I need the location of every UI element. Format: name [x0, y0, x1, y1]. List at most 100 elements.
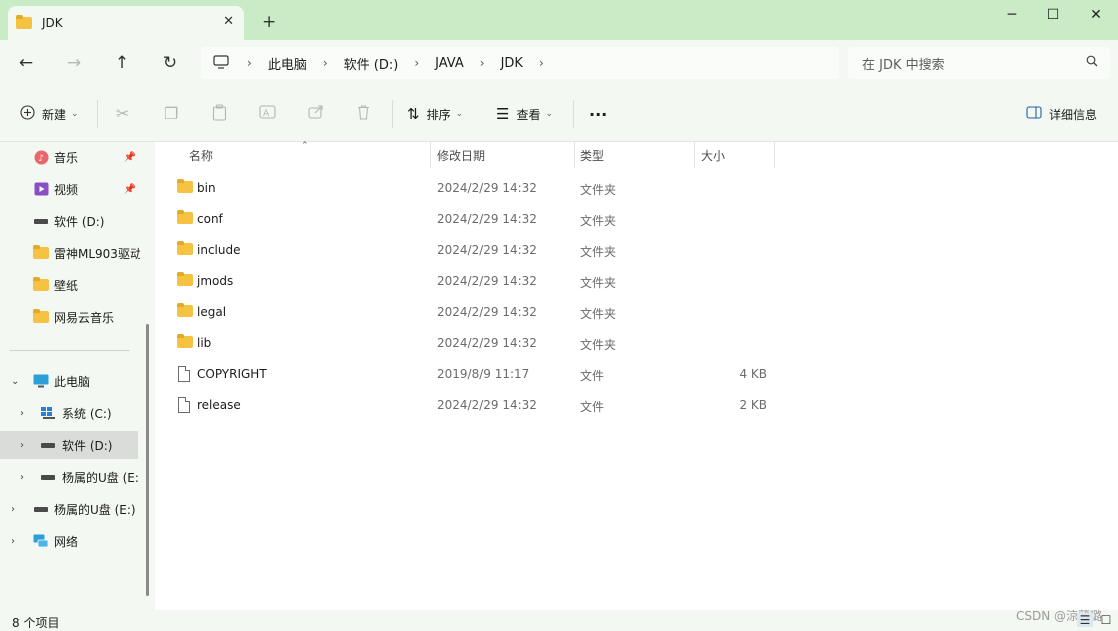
chevron-right-icon[interactable]: › — [20, 440, 24, 451]
column-divider[interactable] — [694, 142, 695, 168]
sidebar-divider — [10, 350, 130, 351]
sidebar-item-drive-c[interactable]: › 系统 (C:) — [0, 399, 140, 427]
sort-button-label: 排序 — [426, 107, 451, 122]
chevron-right-icon: › — [322, 56, 328, 70]
sidebar-item-label: 杨属的U盘 (E:) — [62, 470, 138, 485]
back-button[interactable]: ← — [14, 52, 38, 74]
chevron-right-icon[interactable]: › — [20, 472, 24, 483]
column-divider[interactable] — [430, 142, 431, 168]
file-name: jmods — [197, 274, 234, 288]
paste-icon[interactable] — [212, 104, 227, 125]
file-type: 文件夹 — [580, 183, 617, 197]
navigation-bar: ← → ↑ ↻ › 此电脑 › 软件 (D:) › JAVA › JDK › 在… — [0, 40, 1118, 86]
details-pane-button[interactable]: 详细信息 — [1026, 103, 1097, 125]
sort-button[interactable]: ⇅ 排序 ⌄ — [407, 103, 463, 125]
forward-button[interactable]: → — [62, 52, 86, 74]
sidebar-item-label: 此电脑 — [54, 374, 91, 389]
column-header-type[interactable]: 类型 — [580, 142, 604, 168]
sidebar-item-folder-music[interactable]: 网易云音乐 — [0, 303, 140, 331]
delete-icon[interactable] — [356, 104, 371, 124]
close-window-button[interactable]: ✕ — [1076, 4, 1116, 26]
sidebar-item-drive-d-selected[interactable]: › 软件 (D:) — [0, 431, 138, 459]
table-row[interactable]: bin 2024/2/29 14:32 文件夹 — [155, 173, 1118, 204]
file-type: 文件夹 — [580, 276, 617, 290]
item-count: 8 个项目 — [12, 616, 60, 630]
table-row[interactable]: lib 2024/2/29 14:32 文件夹 — [155, 328, 1118, 359]
tiles-view-icon[interactable]: ☐ — [1098, 613, 1114, 627]
file-name: bin — [197, 181, 216, 195]
table-row[interactable]: jmods 2024/2/29 14:32 文件夹 — [155, 266, 1118, 297]
breadcrumb-this-pc[interactable]: 此电脑 — [268, 54, 307, 73]
file-date: 2024/2/29 14:32 — [437, 212, 537, 226]
sidebar-item-drive-d[interactable]: 软件 (D:) — [0, 207, 140, 235]
new-button[interactable]: 新建 ⌄ — [20, 103, 79, 125]
column-header-name[interactable]: 名称 — [189, 142, 213, 168]
minimize-button[interactable]: ─ — [992, 4, 1032, 26]
copy-icon[interactable]: ❐ — [164, 104, 178, 123]
file-name: COPYRIGHT — [197, 367, 267, 381]
column-divider[interactable] — [774, 142, 775, 168]
breadcrumb-drive-d[interactable]: 软件 (D:) — [344, 54, 399, 73]
tab-title: JDK — [42, 16, 63, 30]
table-row[interactable]: COPYRIGHT 2019/8/9 11:17 文件 4 KB — [155, 359, 1118, 390]
sidebar-item-videos[interactable]: 视频 📌 — [0, 175, 140, 203]
folder-icon — [177, 272, 193, 289]
column-header-date[interactable]: 修改日期 — [437, 142, 485, 168]
details-pane-label: 详细信息 — [1049, 107, 1098, 122]
folder-icon — [177, 241, 193, 258]
file-date: 2024/2/29 14:32 — [437, 243, 537, 257]
chevron-right-icon[interactable]: › — [20, 408, 24, 419]
sidebar-item-this-pc[interactable]: ⌄ 此电脑 — [0, 367, 140, 395]
refresh-button[interactable]: ↻ — [158, 52, 182, 74]
file-name: include — [197, 243, 241, 257]
pin-icon[interactable]: 📌 — [124, 184, 136, 195]
folder-icon — [33, 245, 49, 260]
sidebar-item-music[interactable]: ♪ 音乐 📌 — [0, 143, 140, 171]
more-options-button[interactable]: ··· — [589, 103, 607, 125]
chevron-down-icon[interactable]: ⌄ — [11, 376, 19, 387]
rename-icon[interactable]: A — [259, 104, 276, 124]
table-row[interactable]: include 2024/2/29 14:32 文件夹 — [155, 235, 1118, 266]
sidebar-item-label: 软件 (D:) — [54, 214, 105, 229]
file-icon — [178, 366, 190, 385]
tab-jdk[interactable]: JDK ✕ — [8, 6, 244, 40]
breadcrumb-jdk[interactable]: JDK — [501, 56, 523, 71]
sidebar-item-label: 杨属的U盘 (E:) — [54, 502, 136, 517]
network-icon — [33, 534, 49, 548]
view-button-label: 查看 — [516, 107, 541, 122]
address-bar[interactable]: › 此电脑 › 软件 (D:) › JAVA › JDK › — [201, 47, 839, 79]
new-tab-button[interactable]: + — [262, 12, 276, 32]
column-divider[interactable] — [574, 142, 575, 168]
file-type: 文件 — [580, 400, 605, 414]
table-row[interactable]: conf 2024/2/29 14:32 文件夹 — [155, 204, 1118, 235]
file-date: 2019/8/9 11:17 — [437, 367, 530, 381]
up-button[interactable]: ↑ — [110, 52, 134, 74]
music-icon: ♪ — [33, 150, 49, 164]
cut-icon[interactable]: ✂ — [116, 104, 129, 123]
details-view-icon[interactable]: ☰ — [1077, 613, 1093, 627]
tab-close-icon[interactable]: ✕ — [223, 14, 234, 29]
pin-icon[interactable]: 📌 — [124, 152, 136, 163]
sidebar-item-folder-wallpaper[interactable]: 壁纸 — [0, 271, 140, 299]
list-view-icon: ☰ — [496, 105, 510, 123]
chevron-right-icon[interactable]: › — [539, 56, 544, 70]
breadcrumb-java[interactable]: JAVA — [435, 56, 464, 71]
table-row[interactable]: legal 2024/2/29 14:32 文件夹 — [155, 297, 1118, 328]
file-date: 2024/2/29 14:32 — [437, 398, 537, 412]
file-date: 2024/2/29 14:32 — [437, 336, 537, 350]
sidebar-item-folder-driver[interactable]: 雷神ML903驱动 — [0, 239, 140, 267]
sidebar-scrollbar[interactable] — [146, 324, 149, 596]
sidebar-item-network[interactable]: › 网络 — [0, 527, 140, 555]
view-button[interactable]: ☰ 查看 ⌄ — [496, 103, 553, 125]
file-date: 2024/2/29 14:32 — [437, 305, 537, 319]
maximize-button[interactable]: ☐ — [1033, 4, 1073, 26]
chevron-right-icon[interactable]: › — [11, 504, 15, 515]
chevron-right-icon[interactable]: › — [11, 536, 15, 547]
command-bar: 新建 ⌄ ✂ ❐ A ⇅ 排序 ⌄ ☰ 查看 ⌄ ··· 详细信息 — [0, 86, 1118, 142]
search-input[interactable]: 在 JDK 中搜索 — [848, 47, 1110, 79]
table-row[interactable]: release 2024/2/29 14:32 文件 2 KB — [155, 390, 1118, 421]
column-header-size[interactable]: 大小 — [701, 142, 725, 168]
sidebar-item-usb-e[interactable]: › 杨属的U盘 (E:) — [0, 495, 140, 523]
sidebar-item-usb-e-nested[interactable]: › 杨属的U盘 (E:) — [0, 463, 138, 491]
share-icon[interactable] — [308, 104, 324, 123]
